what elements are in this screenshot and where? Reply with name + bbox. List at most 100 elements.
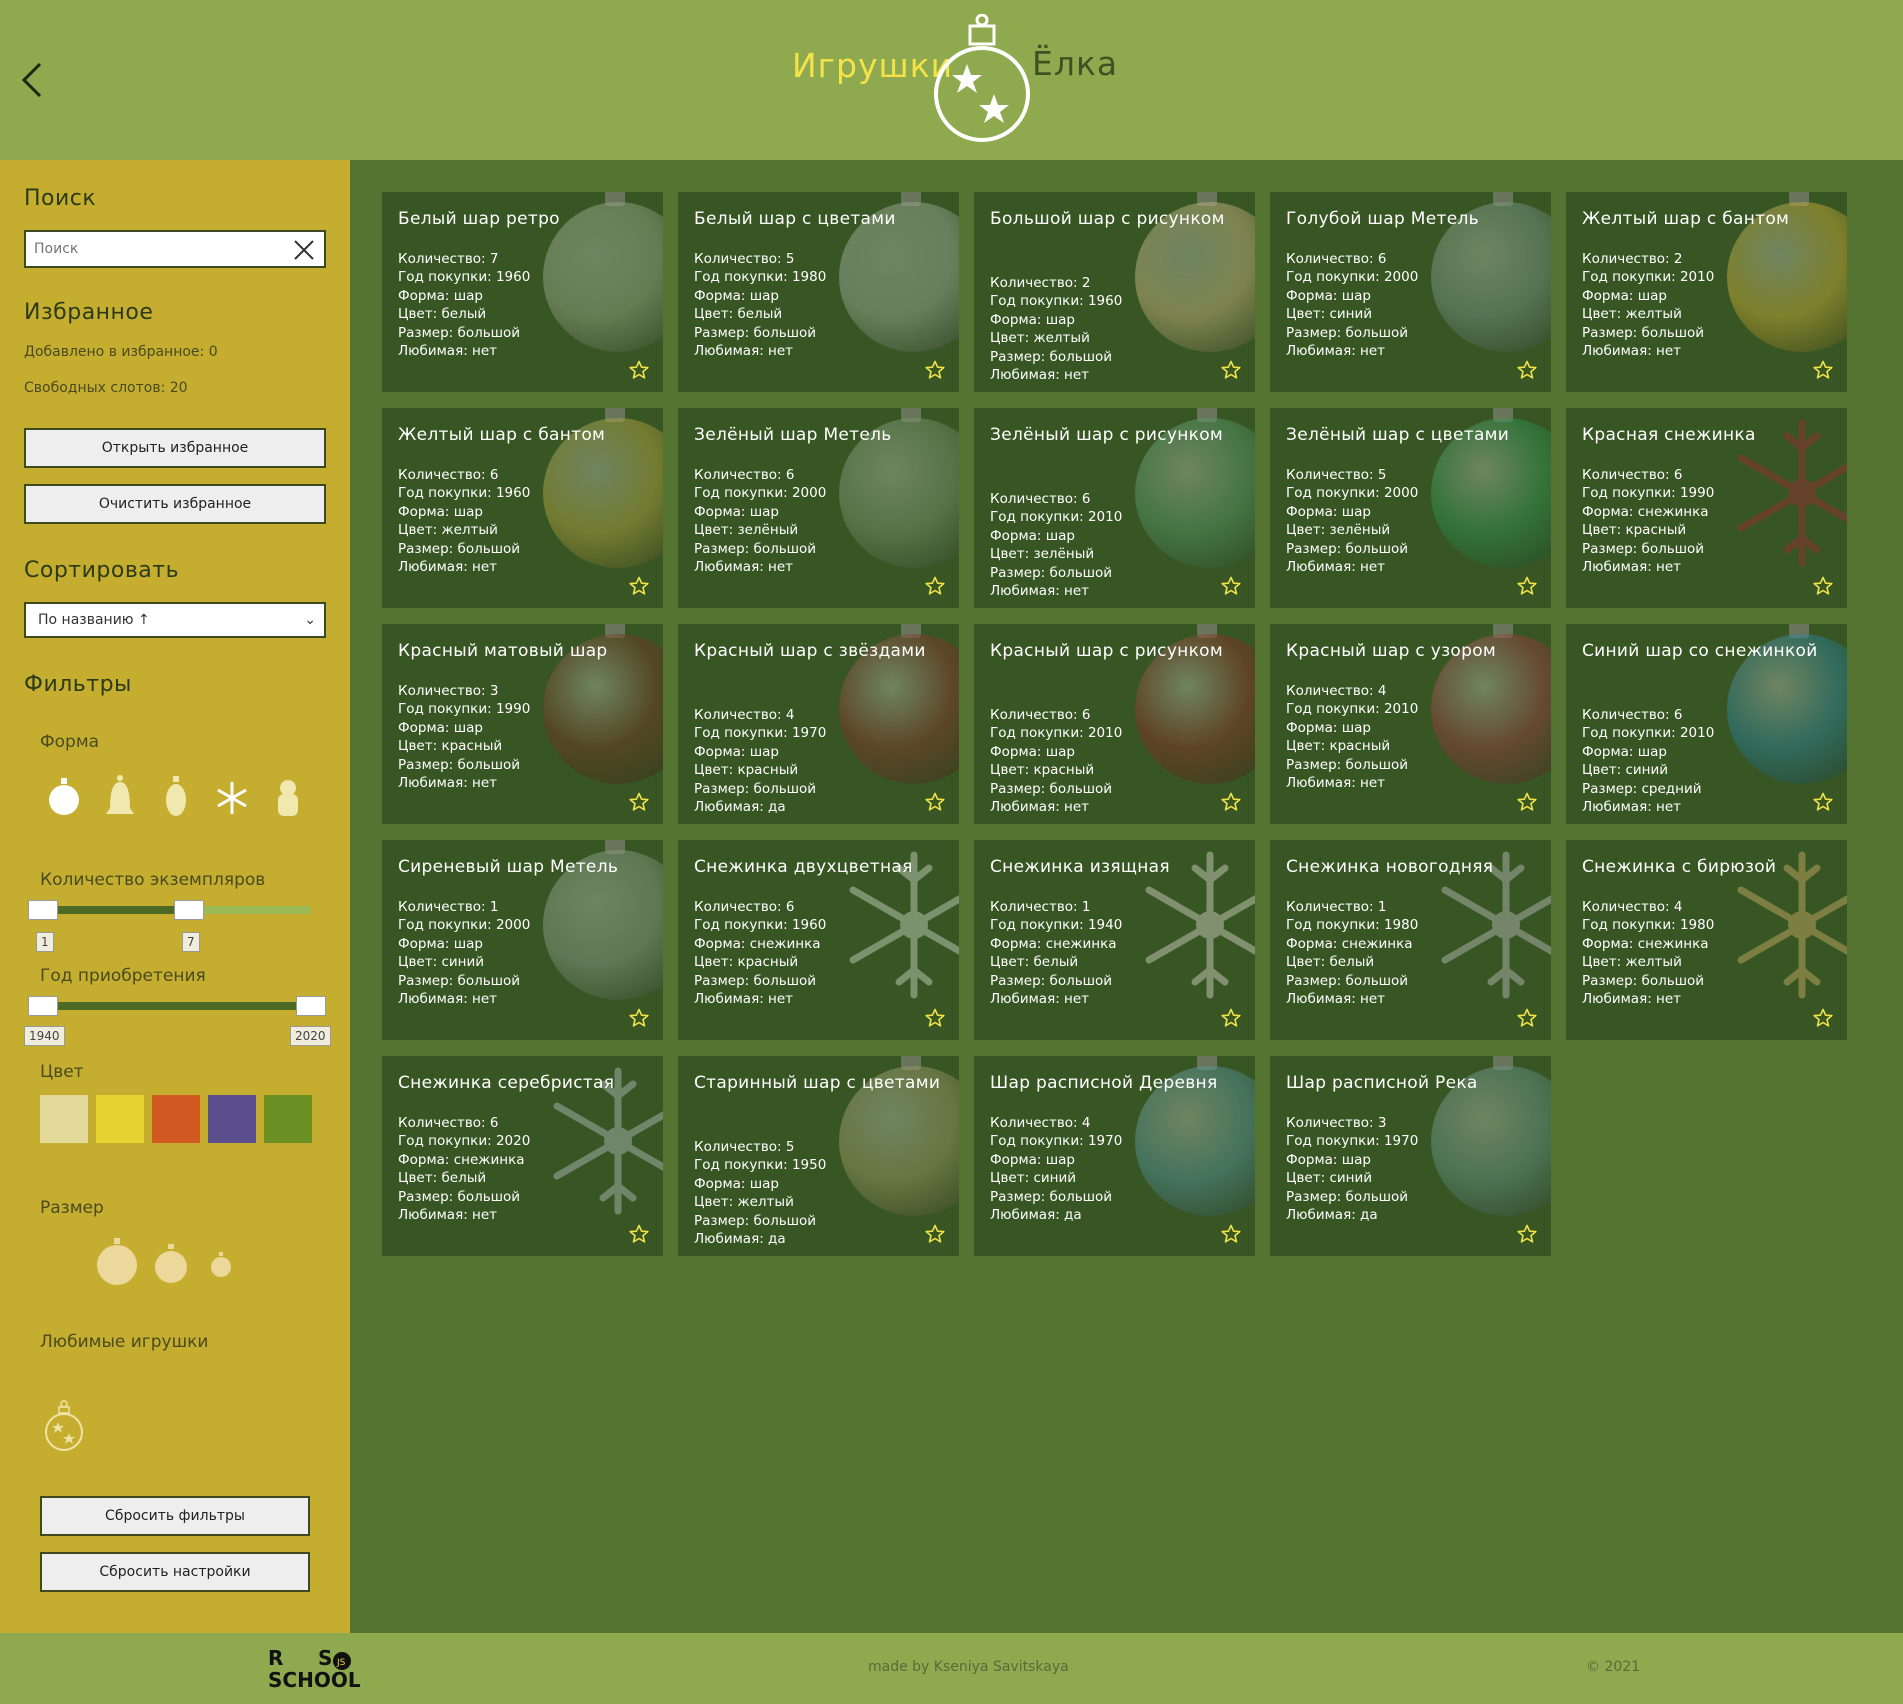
- color-swatch[interactable]: [264, 1095, 312, 1143]
- small-size-icon[interactable]: [210, 1250, 232, 1278]
- toy-card[interactable]: Красная снежинка Количество: 6 Год покупки…: [1566, 408, 1847, 608]
- star-icon[interactable]: [1221, 360, 1241, 380]
- star-icon[interactable]: [925, 792, 945, 812]
- large-size-icon[interactable]: [96, 1236, 138, 1286]
- star-icon[interactable]: [1517, 576, 1537, 596]
- toy-card[interactable]: Снежинка серебристая Количество: 6 Год пок…: [382, 1056, 663, 1256]
- figure-shape-icon[interactable]: [268, 772, 308, 820]
- star-icon[interactable]: [1517, 792, 1537, 812]
- medium-size-icon[interactable]: [154, 1242, 188, 1284]
- star-icon[interactable]: [1517, 1008, 1537, 1028]
- star-icon[interactable]: [1813, 360, 1833, 380]
- toy-card[interactable]: Белый шар с цветами Количество: 5 Год поку…: [678, 192, 959, 392]
- year-min-handle[interactable]: [28, 996, 58, 1016]
- toy-card[interactable]: Желтый шар с бантом Количество: 6 Год поку…: [382, 408, 663, 608]
- star-icon[interactable]: [1517, 1224, 1537, 1244]
- toy-card-title: Старинный шар с цветами: [694, 1073, 941, 1093]
- toy-card[interactable]: Зелёный шар с рисунком Количество: 6 Год п…: [974, 408, 1255, 608]
- toy-card-info-line: Количество: 6: [990, 491, 1091, 507]
- toy-card[interactable]: Шар расписной Река Количество: 3 Год покуп…: [1270, 1056, 1551, 1256]
- toy-card-info-line: Форма: снежинка: [1582, 503, 1709, 520]
- toy-card-title: Желтый шар с бантом: [1582, 209, 1790, 229]
- star-icon[interactable]: [629, 1224, 649, 1244]
- star-icon[interactable]: [1221, 576, 1241, 596]
- toy-card[interactable]: Большой шар с рисунком Количество: 2 Год п…: [974, 192, 1255, 392]
- toy-card[interactable]: Голубой шар Метель Количество: 6 Год покуп…: [1270, 192, 1551, 392]
- toy-card[interactable]: Снежинка изящная Количество: 1 Год покупки…: [974, 840, 1255, 1040]
- toy-card[interactable]: Шар расписной Деревня Количество: 4 Год по…: [974, 1056, 1255, 1256]
- logo[interactable]: Игрушки Ёлка: [792, 14, 1117, 149]
- toy-card-info-line: Год покупки: 1970: [990, 1133, 1123, 1150]
- bell-shape-icon[interactable]: [100, 772, 140, 820]
- toy-card-info-line: Любимая: нет: [1286, 343, 1386, 360]
- star-icon[interactable]: [629, 792, 649, 812]
- star-icon[interactable]: [1517, 360, 1537, 380]
- toy-card[interactable]: Снежинка новогодняя Количество: 1 Год поку…: [1270, 840, 1551, 1040]
- toys-grid: Белый шар ретро Количество: 7 Год покупки:…: [350, 160, 1903, 1633]
- toy-card[interactable]: Зелёный шар Метель Количество: 6 Год покуп…: [678, 408, 959, 608]
- star-icon[interactable]: [1813, 792, 1833, 812]
- snowflake-shape-icon[interactable]: [212, 772, 252, 820]
- toy-card[interactable]: Снежинка двухцветная Количество: 6 Год пок…: [678, 840, 959, 1040]
- rs-school-logo[interactable]: R S JS SCHOOL: [266, 1645, 376, 1695]
- toy-card-info-line: Количество: 6: [990, 707, 1091, 723]
- quantity-slider-range: [42, 906, 190, 914]
- star-icon[interactable]: [1221, 792, 1241, 812]
- sort-select[interactable]: По названию ↑ ⌄: [24, 602, 326, 638]
- toy-card[interactable]: Зелёный шар с цветами Количество: 5 Год по…: [1270, 408, 1551, 608]
- star-icon[interactable]: [925, 576, 945, 596]
- color-swatch[interactable]: [208, 1095, 256, 1143]
- cone-shape-icon[interactable]: [156, 772, 196, 820]
- reset-settings-button[interactable]: Сбросить настройки: [40, 1552, 310, 1592]
- star-icon[interactable]: [925, 1224, 945, 1244]
- toy-card-info-line: Цвет: желтый: [1582, 954, 1682, 971]
- toy-card[interactable]: Белый шар ретро Количество: 7 Год покупки:…: [382, 192, 663, 392]
- toy-card[interactable]: Сиреневый шар Метель Количество: 1 Год пок…: [382, 840, 663, 1040]
- toy-card-info-line: Любимая: да: [990, 1207, 1082, 1224]
- toy-card-info-line: Цвет: красный: [398, 738, 503, 755]
- toy-card[interactable]: Старинный шар с цветами Количество: 5 Год …: [678, 1056, 959, 1256]
- year-max-handle[interactable]: [296, 996, 326, 1016]
- reset-filters-button[interactable]: Сбросить фильтры: [40, 1496, 310, 1536]
- toy-card-info-line: Цвет: синий: [1582, 762, 1669, 779]
- toy-card[interactable]: Желтый шар с бантом Количество: 2 Год поку…: [1566, 192, 1847, 392]
- toy-card[interactable]: Красный шар с рисунком Количество: 6 Год п…: [974, 624, 1255, 824]
- color-swatch[interactable]: [40, 1095, 88, 1143]
- open-favorites-button[interactable]: Открыть избранное: [24, 428, 326, 468]
- toy-card-title: Красная снежинка: [1582, 425, 1756, 445]
- color-swatch[interactable]: [96, 1095, 144, 1143]
- star-icon[interactable]: [1221, 1224, 1241, 1244]
- toy-card-title: Снежинка с бирюзой: [1582, 857, 1777, 877]
- star-icon[interactable]: [1221, 1008, 1241, 1028]
- toy-card[interactable]: Красный матовый шар Количество: 3 Год поку…: [382, 624, 663, 824]
- toy-card-title: Белый шар ретро: [398, 209, 560, 229]
- star-icon[interactable]: [629, 1008, 649, 1028]
- toy-card-title: Шар расписной Деревня: [990, 1073, 1218, 1093]
- star-icon[interactable]: [629, 576, 649, 596]
- toy-card[interactable]: Снежинка с бирюзой Количество: 4 Год покуп…: [1566, 840, 1847, 1040]
- quantity-max-value: 7: [182, 932, 200, 952]
- chevron-left-icon[interactable]: [18, 58, 48, 102]
- search-input[interactable]: [26, 232, 276, 266]
- toy-card-info-line: Форма: шар: [990, 743, 1075, 760]
- toy-card[interactable]: Красный шар с звёздами Количество: 4 Год п…: [678, 624, 959, 824]
- toy-card[interactable]: Красный шар с узором Количество: 4 Год пок…: [1270, 624, 1551, 824]
- star-icon[interactable]: [1813, 1008, 1833, 1028]
- favorite-ornament-icon[interactable]: [44, 1400, 84, 1452]
- toy-card-info-line: Размер: большой: [694, 972, 817, 989]
- close-icon[interactable]: [292, 238, 316, 262]
- toy-card-info-line: Форма: шар: [398, 719, 483, 736]
- quantity-max-handle[interactable]: [174, 900, 204, 920]
- clear-favorites-button[interactable]: Очистить избранное: [24, 484, 326, 524]
- star-icon[interactable]: [925, 1008, 945, 1028]
- quantity-min-handle[interactable]: [28, 900, 58, 920]
- chevron-down-icon: ⌄: [304, 612, 316, 628]
- toy-card-info-line: Количество: 2: [990, 275, 1091, 291]
- toy-card-info: Количество: 6 Год покупки: 2010 Форма: шар…: [1582, 706, 1714, 816]
- star-icon[interactable]: [925, 360, 945, 380]
- toy-card[interactable]: Синий шар со снежинкой Количество: 6 Год п…: [1566, 624, 1847, 824]
- ball-shape-icon[interactable]: [44, 772, 84, 820]
- star-icon[interactable]: [1813, 576, 1833, 596]
- star-icon[interactable]: [629, 360, 649, 380]
- color-swatch[interactable]: [152, 1095, 200, 1143]
